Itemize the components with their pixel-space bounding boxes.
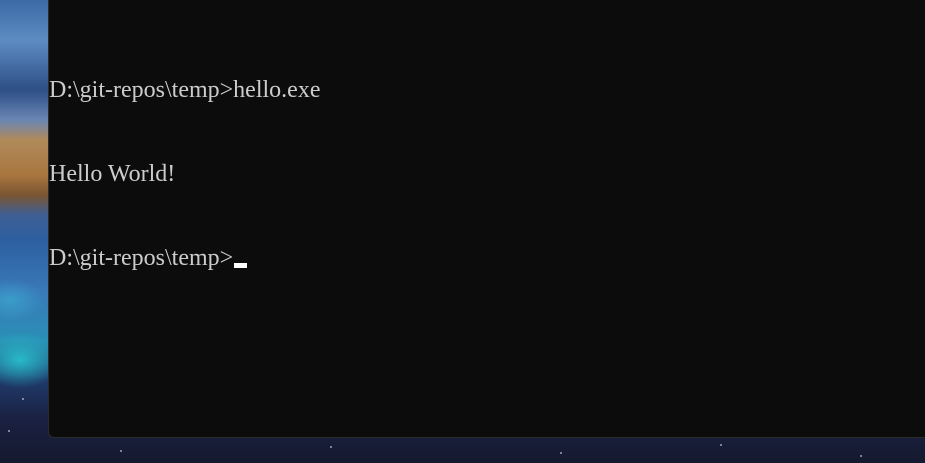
- console-line-output: Hello World!: [49, 161, 176, 187]
- wallpaper-star: [330, 446, 332, 448]
- console-line-command: D:\git-repos\temp>hello.exe: [49, 77, 321, 103]
- wallpaper-star: [8, 430, 10, 432]
- prompt-text: D:\git-repos\temp>: [49, 245, 234, 271]
- console-line-prompt[interactable]: D:\git-repos\temp>: [49, 244, 320, 272]
- terminal-window[interactable]: D:\git-repos\temp>hello.exe Hello World!…: [48, 0, 925, 438]
- wallpaper-star: [720, 444, 722, 446]
- wallpaper-star: [560, 452, 562, 454]
- wallpaper-star: [860, 455, 862, 457]
- wallpaper-star: [120, 450, 122, 452]
- text-cursor: [234, 263, 248, 268]
- console-output[interactable]: D:\git-repos\temp>hello.exe Hello World!…: [49, 20, 320, 328]
- wallpaper-star: [22, 398, 24, 400]
